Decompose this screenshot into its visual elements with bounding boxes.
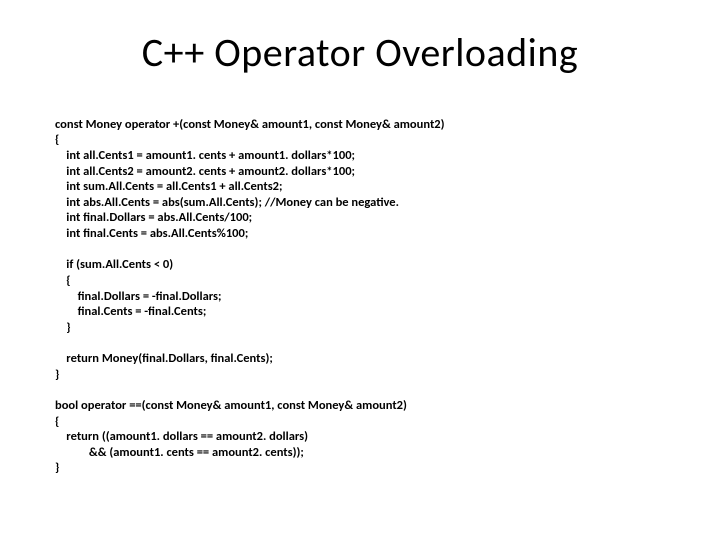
code-line: int final.Cents = abs.All.Cents%100;: [55, 226, 248, 241]
code-line: return Money(final.Dollars, final.Cents)…: [55, 351, 273, 366]
code-line: final.Cents = -final.Cents;: [55, 304, 206, 319]
code-line: const Money operator +(const Money& amou…: [55, 117, 445, 132]
code-line: final.Dollars = -final.Dollars;: [55, 289, 221, 304]
code-line: }: [55, 460, 59, 475]
code-line: }: [55, 367, 59, 382]
code-line: int final.Dollars = abs.All.Cents/100;: [55, 210, 252, 225]
code-block: const Money operator +(const Money& amou…: [55, 101, 665, 492]
code-line: int all.Cents2 = amount2. cents + amount…: [55, 164, 355, 179]
code-line: {: [55, 273, 71, 288]
code-line: {: [55, 132, 59, 147]
code-line: bool operator ==(const Money& amount1, c…: [55, 398, 407, 413]
slide: C++ Operator Overloading const Money ope…: [0, 0, 720, 540]
code-line: {: [55, 414, 59, 429]
code-line: int abs.All.Cents = abs(sum.All.Cents); …: [55, 195, 399, 210]
code-line: int sum.All.Cents = all.Cents1 + all.Cen…: [55, 179, 282, 194]
code-line: return ((amount1. dollars == amount2. do…: [55, 429, 308, 444]
code-line: int all.Cents1 = amount1. cents + amount…: [55, 148, 355, 163]
code-line: && (amount1. cents == amount2. cents));: [55, 445, 304, 460]
code-line: }: [55, 320, 71, 335]
code-line: if (sum.All.Cents < 0): [55, 257, 173, 272]
slide-title: C++ Operator Overloading: [55, 28, 665, 77]
